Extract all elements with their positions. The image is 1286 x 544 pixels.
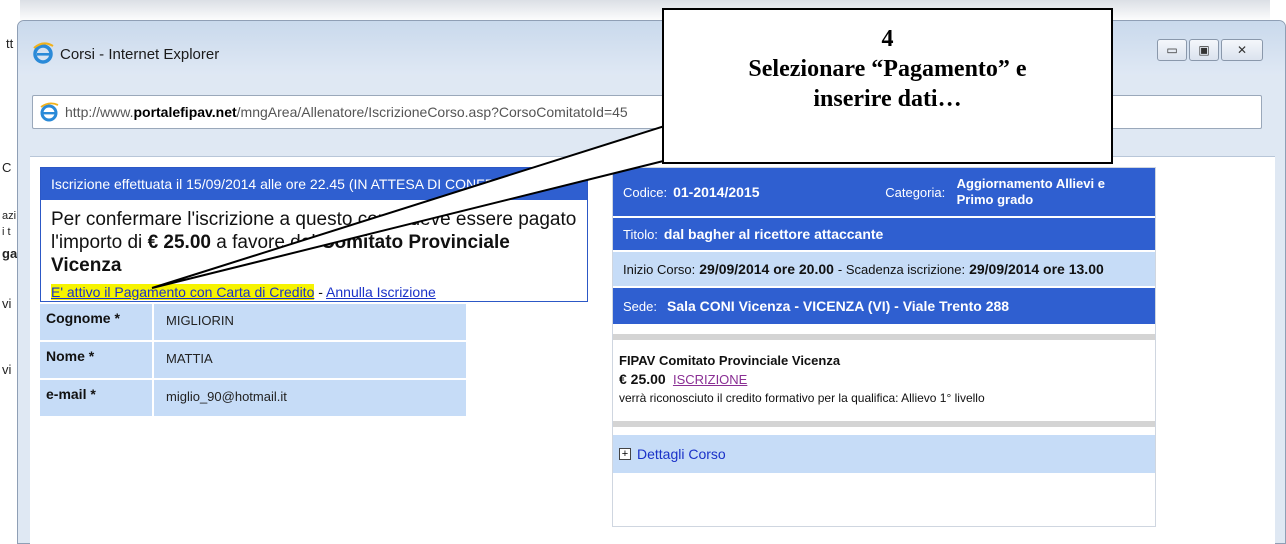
dettagli-label: Dettagli Corso	[637, 446, 726, 462]
course-dates-row: Inizio Corso: 29/09/2014 ore 20.00 - Sca…	[613, 252, 1155, 286]
close-button[interactable]: ✕	[1221, 39, 1263, 61]
background-text: i t	[2, 226, 11, 238]
link-separator: -	[314, 284, 327, 300]
scadenza-label: - Scadenza iscrizione:	[837, 261, 966, 277]
background-text: ga	[2, 246, 18, 261]
codice-label: Codice:	[623, 184, 668, 200]
categoria-label: Categoria:	[885, 184, 946, 200]
cognome-value: MIGLIORIN	[154, 304, 466, 340]
registrant-form: Cognome * MIGLIORIN Nome * MATTIA e-mail…	[40, 304, 588, 418]
cancel-registration-link[interactable]: Annulla Iscrizione	[326, 284, 436, 300]
codice-value: 01-2014/2015	[673, 184, 760, 200]
credit-note: verrà riconosciuto il credito formativo …	[619, 391, 985, 405]
inizio-label: Inizio Corso:	[623, 261, 696, 277]
background-text: C	[2, 160, 12, 175]
course-venue-row: Sede: Sala CONI Vicenza - VICENZA (VI) -…	[613, 288, 1155, 324]
window-controls: ▭ ▣ ✕	[1157, 39, 1263, 61]
callout-line-1: Selezionare “Pagamento” e	[748, 56, 1027, 82]
email-label: e-mail *	[40, 380, 154, 416]
sede-label: Sede:	[623, 298, 657, 314]
form-spacer	[466, 304, 588, 340]
course-price: € 25.00	[619, 371, 666, 387]
callout-step-number: 4	[881, 26, 894, 52]
credit-card-payment-link[interactable]: E' attivo il Pagamento con Carta di Cred…	[51, 284, 315, 300]
form-row-cognome: Cognome * MIGLIORIN	[40, 304, 588, 340]
minimize-button[interactable]: ▭	[1157, 39, 1187, 61]
page-content: Iscrizione effettuata il 15/09/2014 alle…	[30, 156, 1275, 544]
registration-header: Iscrizione effettuata il 15/09/2014 alle…	[41, 168, 587, 200]
address-url[interactable]: http://www.portalefipav.net/mngArea/Alle…	[65, 104, 705, 120]
amount: € 25.00	[147, 232, 211, 253]
expand-plus-icon: +	[619, 448, 631, 460]
maximize-button[interactable]: ▣	[1189, 39, 1219, 61]
course-title-row: Titolo: dal bagher al ricettore attaccan…	[613, 218, 1155, 250]
form-row-nome: Nome * MATTIA	[40, 342, 588, 378]
ie-logo-icon	[33, 42, 54, 64]
instruction-callout: 4 Selezionare “Pagamento” e inserire dat…	[662, 8, 1113, 164]
form-spacer	[466, 380, 588, 416]
message-text: a favore del	[210, 232, 321, 253]
payment-links: E' attivo il Pagamento con Carta di Cred…	[51, 281, 577, 304]
maximize-icon: ▣	[1198, 43, 1210, 57]
cognome-label: Cognome *	[40, 304, 154, 340]
url-prefix: http://www.	[65, 104, 134, 120]
iscrizione-link[interactable]: ISCRIZIONE	[673, 372, 747, 387]
background-text: vi	[2, 296, 12, 311]
callout-line-2: inserire dati…	[813, 86, 962, 112]
window-title: Corsi - Internet Explorer	[60, 46, 220, 63]
categoria-value: Aggiornamento Allievi e Primo grado	[956, 176, 1105, 207]
close-icon: ✕	[1236, 43, 1248, 57]
url-path: /mngArea/Allenatore/IscrizioneCorso.asp?…	[236, 104, 628, 120]
background-text: vi	[2, 362, 12, 377]
titolo-label: Titolo:	[623, 226, 658, 242]
organizer-name: FIPAV Comitato Provinciale Vicenza	[619, 353, 841, 368]
minimize-icon: ▭	[1166, 43, 1178, 57]
background-text: azi	[2, 210, 17, 222]
url-domain: portalefipav.net	[133, 104, 237, 120]
sede-value: Sala CONI Vicenza - VICENZA (VI) - Viale…	[666, 298, 1010, 314]
titolo-value: dal bagher al ricettore attaccante	[663, 226, 884, 242]
course-details-panel: Codice: 01-2014/2015 Categoria: Aggiorna…	[612, 167, 1156, 527]
inizio-value: 29/09/2014 ore 20.00	[699, 261, 834, 277]
nome-label: Nome *	[40, 342, 154, 378]
background-text: tt	[6, 36, 14, 51]
registration-message: Per confermare l'iscrizione a questo cor…	[41, 200, 587, 312]
nome-value: MATTIA	[154, 342, 466, 378]
separator-bar	[613, 421, 1155, 427]
course-details-toggle[interactable]: + Dettagli Corso	[613, 435, 1155, 473]
email-value: miglio_90@hotmail.it	[154, 380, 466, 416]
form-row-email: e-mail * miglio_90@hotmail.it	[40, 380, 588, 416]
course-code-row: Codice: 01-2014/2015 Categoria: Aggiorna…	[613, 168, 1155, 216]
form-spacer	[466, 342, 588, 378]
scadenza-value: 29/09/2014 ore 13.00	[969, 261, 1104, 277]
course-organizer-block: FIPAV Comitato Provinciale Vicenza € 25.…	[613, 340, 1155, 407]
ie-page-icon	[40, 102, 59, 122]
registration-panel: Iscrizione effettuata il 15/09/2014 alle…	[40, 167, 588, 302]
